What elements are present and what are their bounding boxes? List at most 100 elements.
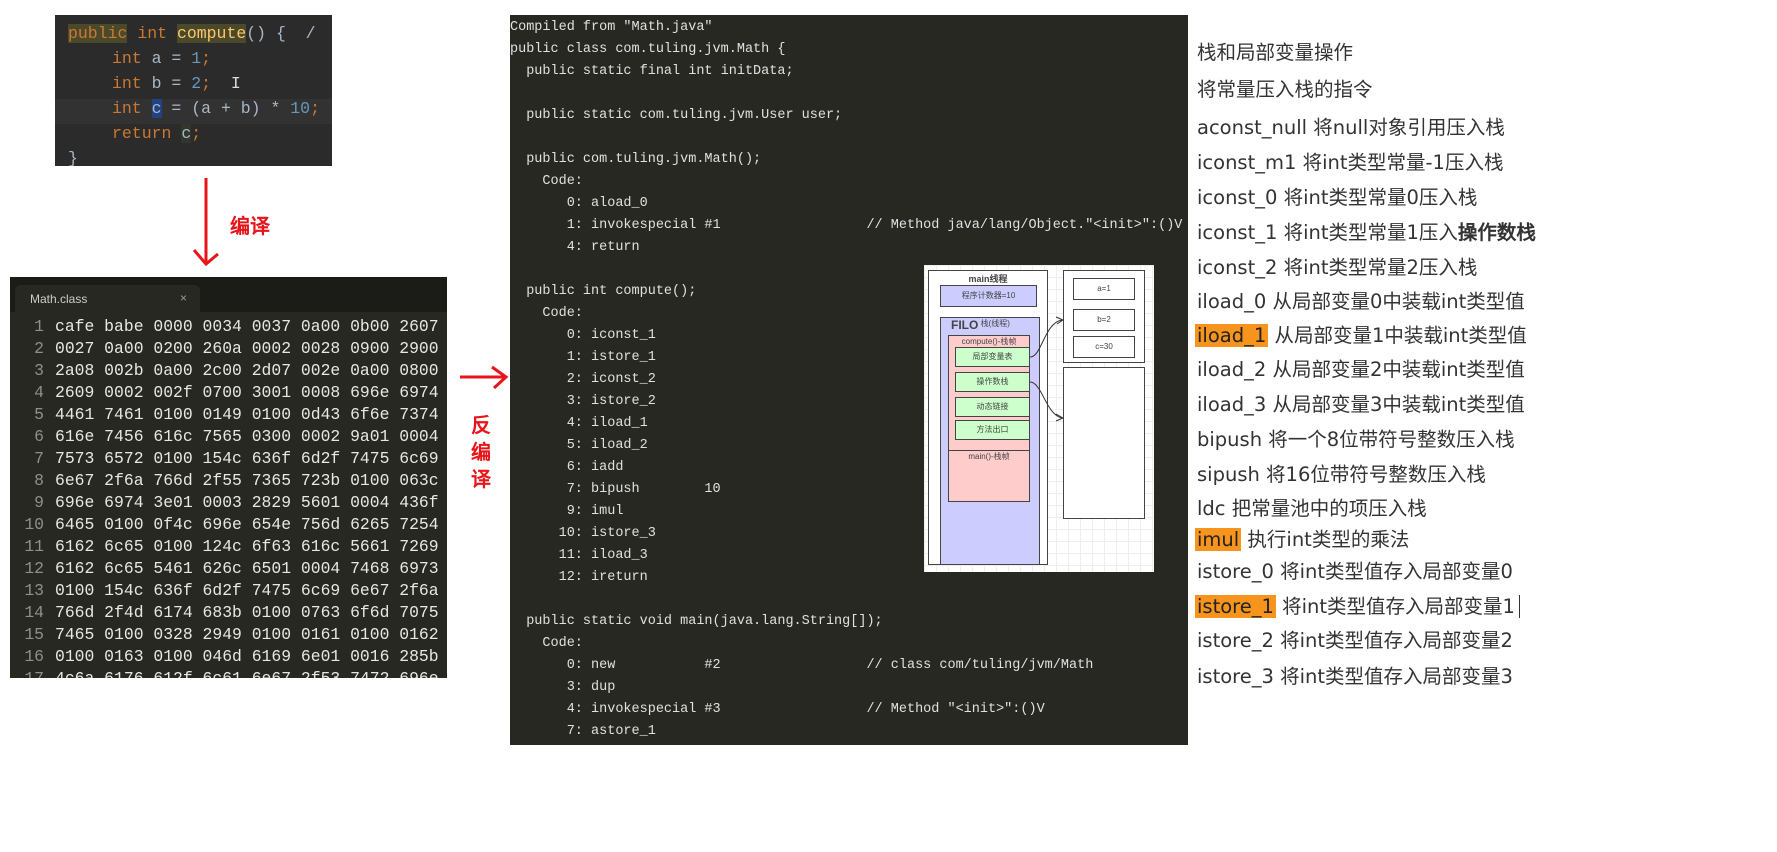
instruction-item: istore_2 将int类型值存入局部变量2 (1197, 624, 1513, 653)
line-number: 1 (34, 317, 44, 336)
code-line: return c; (112, 124, 202, 143)
hex-row: 5 4461 7461 0100 0149 0100 0d43 6f6e 7374 (10, 404, 439, 426)
instruction-item: iload_0 从局部变量0中装载int类型值 (1197, 285, 1525, 314)
disassembly-line: 0: aload_0 (510, 196, 648, 211)
decompile-label: 反编译 (471, 413, 491, 491)
disassembly-line (510, 127, 1182, 149)
line-number: 10 (24, 515, 44, 534)
code-line: int c = (a + b) * 10; (112, 99, 320, 118)
disassembly-line: public static void main(java.lang.String… (510, 614, 883, 629)
hex-row: 1 cafe babe 0000 0034 0037 0a00 0b00 2607 (10, 316, 439, 338)
instruction-item: ldc 把常量池中的项压入栈 (1197, 492, 1427, 521)
instruction-description: 将一个8位带符号整数压入栈 (1262, 428, 1515, 451)
hex-bytes: 6e67 2f6a 766d 2f55 7365 723b 0100 063c (55, 471, 439, 490)
java-source-editor[interactable]: public int compute() { / int a = 1; int … (55, 15, 332, 166)
line-number: 13 (24, 581, 44, 600)
instruction-item: imul 执行int类型的乘法 (1195, 523, 1409, 552)
line-number: 8 (34, 471, 44, 490)
disassembly-line: Compiled from "Math.java" (510, 20, 713, 35)
instruction-item: 栈和局部变量操作 (1197, 36, 1353, 65)
code-line: int b = 2; I (112, 74, 241, 93)
instruction-description: 将int类型常量1压入 (1277, 221, 1458, 244)
down-arrow-icon (192, 178, 219, 267)
disassembly-line: public com.tuling.jvm.Math(); (510, 152, 762, 167)
disassembly-line: 7: astore_1 (510, 724, 656, 739)
instruction-code: sipush (1197, 463, 1260, 486)
connector-arrows (1029, 316, 1065, 422)
text-cursor-icon (1518, 595, 1527, 618)
tab-math-class[interactable]: Math.class × (15, 285, 200, 312)
instruction-code: iload_1 (1195, 324, 1269, 347)
compile-label: 编译 (230, 214, 270, 238)
hex-bytes: 2609 0002 002f 0700 3001 0008 696e 6974 (55, 383, 439, 402)
line-number: 5 (34, 405, 44, 424)
hex-bytes: 696e 6974 3e01 0003 2829 5601 0004 436f (55, 493, 439, 512)
hex-bytes: 6162 6c65 0100 124c 6f63 616c 5661 7269 (55, 537, 439, 556)
hex-bytes: 4461 7461 0100 0149 0100 0d43 6f6e 7374 (55, 405, 439, 424)
line-number: 2 (34, 339, 44, 358)
line-number: 6 (34, 427, 44, 446)
disassembly-line: Code: (510, 636, 583, 651)
instruction-item: sipush 将16位带符号整数压入栈 (1197, 458, 1486, 487)
hex-row: 14 766d 2f4d 6174 683b 0100 0763 6f6d 707… (10, 602, 438, 624)
disassembly-line: public static final int initData; (510, 64, 794, 79)
instruction-description: 将int类型值存入局部变量3 (1273, 665, 1513, 688)
line-number: 3 (34, 361, 44, 380)
hex-row: 7 7573 6572 0100 154c 636f 6d2f 7475 6c69 (10, 448, 438, 470)
disassembly-line: Code: (510, 174, 583, 189)
line-number: 12 (24, 559, 44, 578)
hex-row: 15 7465 0100 0328 2949 0100 0161 0100 016… (10, 624, 438, 646)
code-line: public int compute() { / (68, 24, 316, 43)
close-icon[interactable]: × (180, 291, 187, 305)
instruction-description: 将int类型常量0压入栈 (1277, 186, 1478, 209)
hex-bytes: cafe babe 0000 0034 0037 0a00 0b00 2607 (55, 317, 439, 336)
hex-rows: 1 cafe babe 0000 0034 0037 0a00 0b00 2607… (10, 316, 439, 678)
code-line: int a = 1; (112, 49, 212, 68)
hex-row: 4 2609 0002 002f 0700 3001 0008 696e 6974 (10, 382, 439, 404)
line-number: 11 (24, 537, 44, 556)
instruction-code: istore_1 (1195, 595, 1276, 618)
hex-bytes: 2a08 002b 0a00 2c00 2d07 002e 0a00 0800 (55, 361, 439, 380)
disassembly-line (510, 83, 1182, 105)
instruction-code: iconst_1 (1197, 221, 1278, 244)
instruction-description: 将常量压入栈的指令 (1197, 78, 1373, 101)
instruction-item: bipush 将一个8位带符号整数压入栈 (1197, 423, 1515, 452)
instruction-description: 从局部变量0中装载int类型值 (1266, 290, 1525, 313)
instruction-description: 将int类型值存入局部变量1 (1275, 595, 1515, 618)
text-cursor-icon: I (230, 74, 241, 93)
instruction-description: 将null对象引用压入栈 (1307, 116, 1505, 139)
hex-row: 16 0100 0163 0100 046d 6169 6e01 0016 285… (10, 646, 439, 668)
instruction-description: 从局部变量1中装载int类型值 (1268, 324, 1527, 347)
instruction-code: iconst_0 (1197, 186, 1278, 209)
instruction-item: iconst_m1 将int类型常量-1压入栈 (1197, 146, 1503, 175)
hex-row: 8 6e67 2f6a 766d 2f55 7365 723b 0100 063c (10, 470, 439, 492)
instruction-item: 将常量压入栈的指令 (1197, 73, 1373, 102)
disassembly-line: 0: new #2 // class com/tuling/jvm/Math (510, 658, 1094, 673)
instruction-description: 将int类型常量2压入栈 (1277, 256, 1478, 279)
disassembly-line: 3: dup (510, 680, 616, 695)
instruction-description: 将16位带符号整数压入栈 (1259, 463, 1486, 486)
hex-bytes: 0100 154c 636f 6d2f 7475 6c69 6e67 2f6a (55, 581, 439, 600)
class-file-hex-editor[interactable]: Math.class × 1 cafe babe 0000 0034 0037 0a… (10, 277, 447, 678)
hex-row: 6 616e 7456 616c 7565 0300 0002 9a01 0004 (10, 426, 438, 448)
instruction-code: ldc (1197, 497, 1226, 520)
hex-row: 9 696e 6974 3e01 0003 2829 5601 0004 436f (10, 492, 439, 514)
right-arrow-icon (460, 365, 509, 390)
disassembly-line: public class com.tuling.jvm.Math { (510, 42, 786, 57)
bold-term: 操作数栈 (1457, 221, 1536, 244)
instruction-item: istore_3 将int类型值存入局部变量3 (1197, 660, 1513, 689)
instruction-code: istore_0 (1197, 560, 1274, 583)
jvm-stack-diagram: main线程 程序计数器=10 FILO 栈(线程) compute()-栈帧 … (924, 265, 1154, 572)
instruction-item: iconst_2 将int类型常量2压入栈 (1197, 251, 1477, 280)
hex-bytes: 6162 6c65 5461 626c 6501 0004 7468 6973 (55, 559, 439, 578)
instruction-item: iconst_1 将int类型常量1压入操作数栈 (1197, 216, 1536, 245)
instruction-item: aconst_null 将null对象引用压入栈 (1197, 111, 1505, 140)
instruction-code: istore_2 (1197, 629, 1274, 652)
disassembly-line: 4: invokespecial #3 // Method "<init>":(… (510, 702, 1045, 717)
disassembly-line (510, 589, 1182, 611)
instruction-description: 栈和局部变量操作 (1197, 41, 1354, 64)
hex-bytes: 0100 0163 0100 046d 6169 6e01 0016 285b (55, 647, 439, 666)
line-number: 15 (24, 625, 44, 644)
instruction-code: iconst_m1 (1197, 151, 1297, 174)
code-line: } (68, 149, 78, 166)
